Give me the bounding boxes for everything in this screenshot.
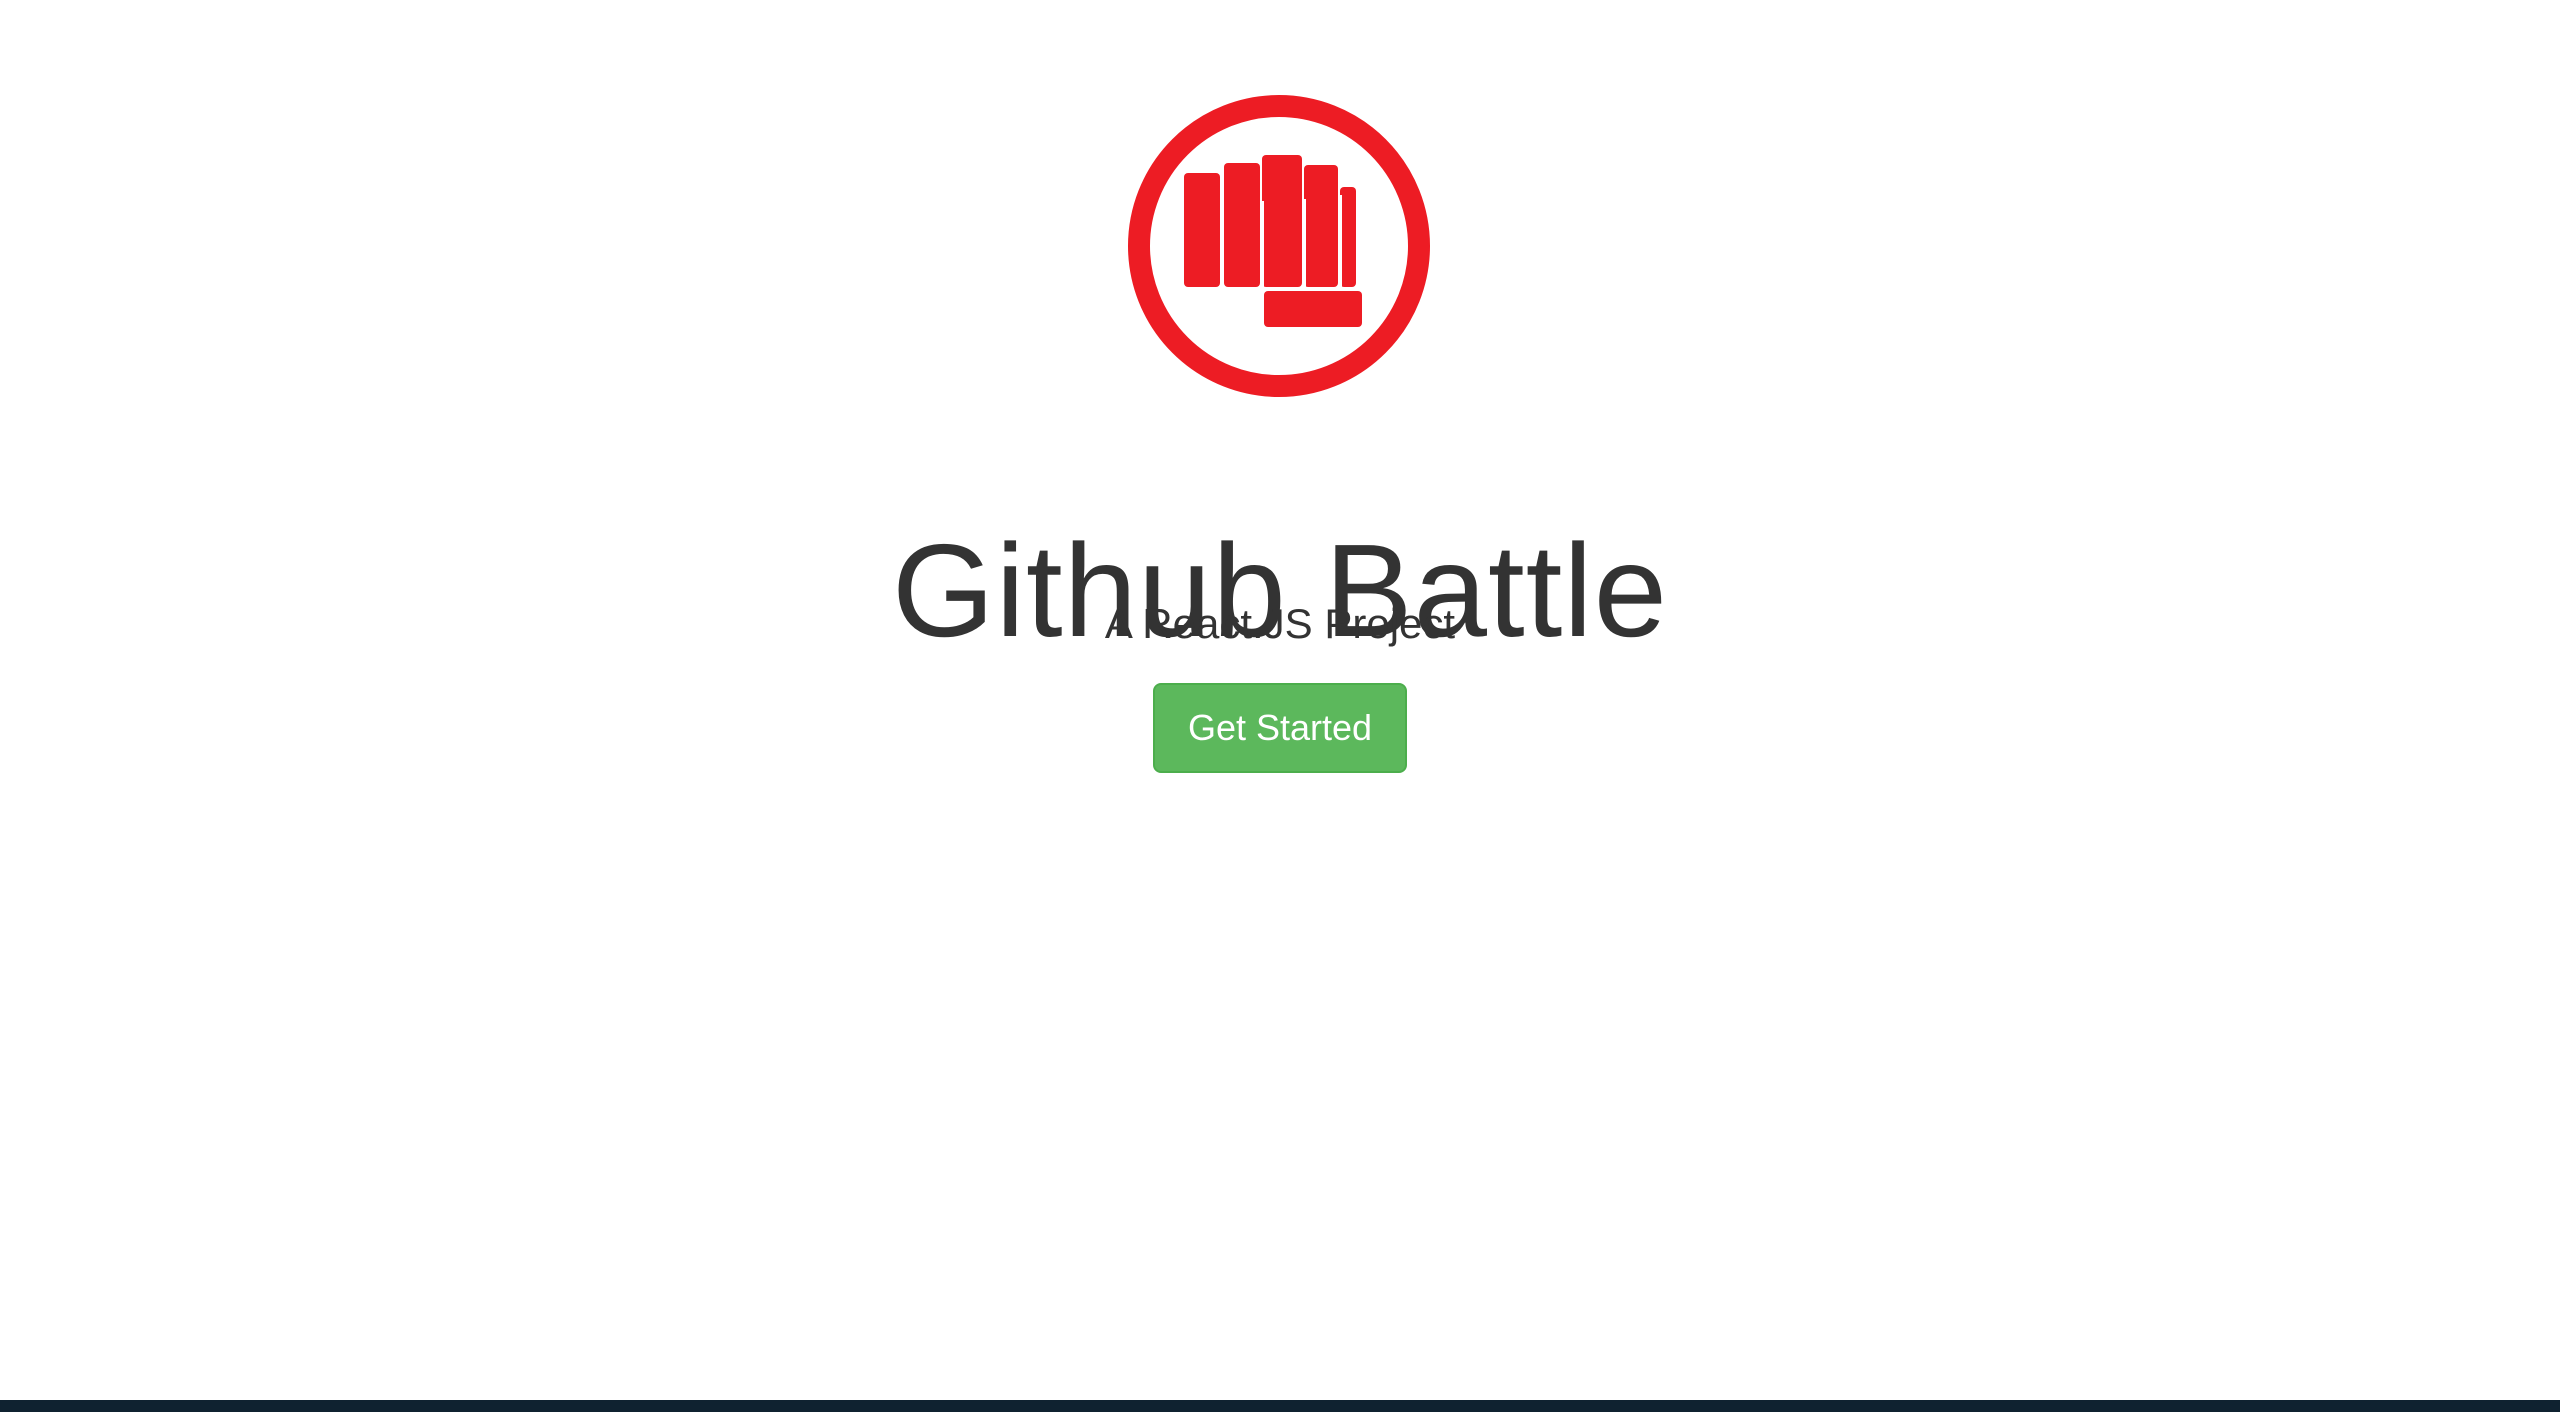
page-subtitle: A React.JS Project <box>1104 600 1456 647</box>
fist-logo-icon <box>1126 93 1432 399</box>
get-started-button[interactable]: Get Started <box>1153 683 1407 773</box>
bottom-edge-strip <box>0 1400 2560 1412</box>
landing-page: Github Battle A React.JS Project Get Sta… <box>0 0 2560 1400</box>
